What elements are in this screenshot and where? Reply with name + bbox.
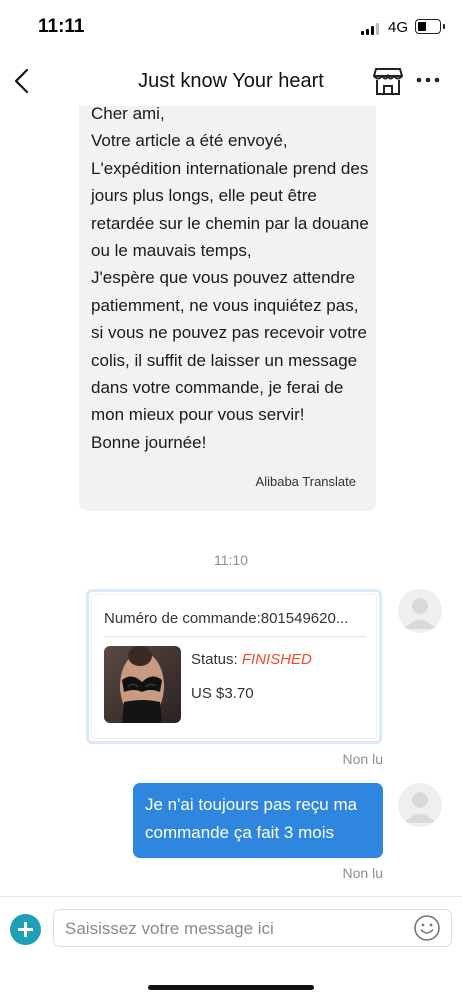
incoming-message-bubble[interactable]: Cher ami, Votre article a été envoyé, L'…: [79, 106, 376, 511]
more-dots-icon[interactable]: [414, 70, 442, 90]
outgoing-read-status: Non lu: [342, 865, 383, 881]
avatar[interactable]: [398, 783, 442, 827]
message-input-placeholder: Saisissez votre message ici: [65, 919, 274, 938]
order-read-status: Non lu: [342, 751, 383, 767]
incoming-message-text: Cher ami, Votre article a été envoyé, L'…: [91, 106, 369, 452]
product-thumbnail[interactable]: [104, 646, 181, 723]
order-number: Numéro de commande:801549620...: [104, 610, 349, 627]
message-input[interactable]: Saisissez votre message ici: [53, 909, 452, 947]
home-indicator: [148, 985, 314, 990]
order-price: US $3.70: [191, 685, 254, 702]
translation-credit: Alibaba Translate: [255, 474, 356, 489]
store-icon[interactable]: [372, 66, 404, 96]
network-type: 4G: [388, 19, 409, 36]
message-composer: Saisissez votre message ici: [0, 896, 462, 1001]
order-status-value: FINISHED: [241, 651, 312, 668]
outgoing-message-text: Je n'ai toujours pas reçu ma commande ça…: [145, 795, 358, 842]
status-bar: 11:11 4G: [0, 0, 462, 58]
avatar[interactable]: [398, 589, 442, 633]
outgoing-message-bubble[interactable]: Je n'ai toujours pas reçu ma commande ça…: [133, 783, 383, 858]
status-time: 11:11: [38, 16, 85, 37]
battery-icon: [415, 19, 445, 34]
nav-bar: Just know Your heart: [0, 58, 462, 106]
chevron-left-icon[interactable]: [10, 68, 36, 94]
message-timestamp: 11:10: [214, 552, 248, 568]
smiley-icon[interactable]: [413, 914, 441, 942]
plus-icon[interactable]: [10, 914, 41, 945]
order-divider: [104, 636, 366, 637]
page-title: Just know Your heart: [138, 70, 324, 92]
chat-area[interactable]: Cher ami, Votre article a été envoyé, L'…: [0, 106, 462, 896]
order-status-label: Status:: [191, 651, 242, 668]
order-status: Status: FINISHED: [191, 651, 312, 668]
